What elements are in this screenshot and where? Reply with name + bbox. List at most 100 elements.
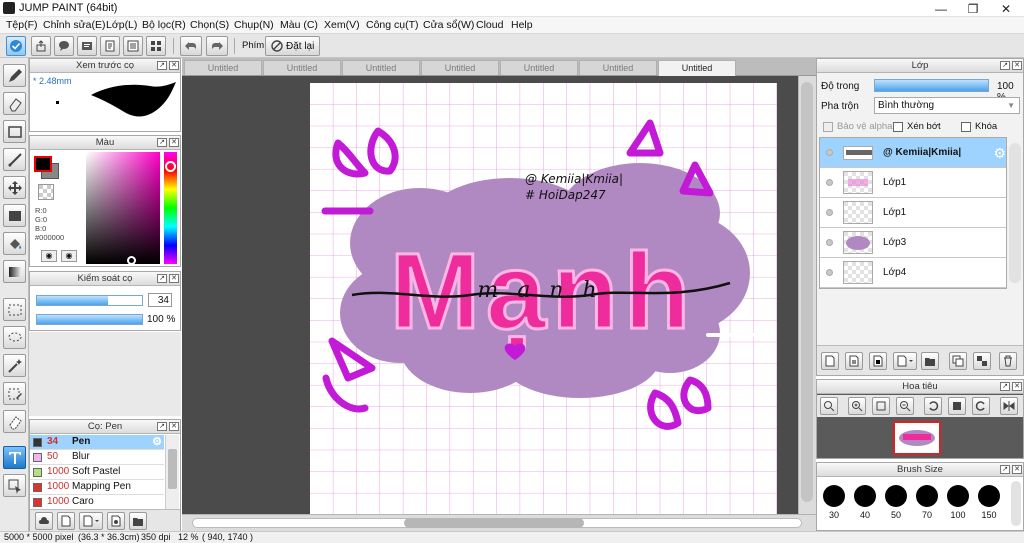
select-pen-tool-icon[interactable] [3,382,26,405]
menu-filter[interactable]: Bộ lọc(R) [142,19,186,31]
rotate-right-icon[interactable] [972,397,990,415]
visibility-icon[interactable] [826,179,833,186]
visibility-icon[interactable] [826,149,833,156]
new-1bit-layer-icon[interactable] [869,352,887,370]
menu-layer[interactable]: Lớp(L) [106,19,137,31]
brush-size-input[interactable]: 34 [148,293,172,307]
layer-row[interactable]: Lớp3 [820,228,1006,258]
panel-float-icon[interactable]: ↗ [157,274,167,283]
fill-rect-tool-icon[interactable] [3,204,26,227]
brush-list-item[interactable]: 34 Pen ⚙ [30,435,164,450]
move-tool-icon[interactable] [3,176,26,199]
operation-tool-icon[interactable] [3,474,26,497]
menu-capture[interactable]: Chụp(N) [234,19,274,31]
eraser-tool-icon[interactable] [3,92,26,115]
brush-cloud-icon[interactable] [35,512,53,530]
menu-file[interactable]: Tệp(F) [6,19,38,31]
restore-icon[interactable]: ❐ [957,0,989,17]
bucket-tool-icon[interactable] [3,232,26,255]
new-layer-icon[interactable] [821,352,839,370]
select-rect-tool-icon[interactable] [3,298,26,321]
comment-icon[interactable] [54,36,74,56]
brush-settings-icon[interactable] [107,512,125,530]
lasso-tool-icon[interactable] [3,326,26,349]
tab-untitled[interactable]: Untitled [263,60,341,75]
brush-size-slider[interactable] [36,295,143,306]
close-icon[interactable]: ✕ [990,0,1022,17]
panel-float-icon[interactable]: ↗ [157,61,167,70]
brush-list-item[interactable]: 1000 Caro [30,495,164,509]
panel-close-icon[interactable]: ✕ [1012,61,1022,70]
panel-float-icon[interactable]: ↗ [1000,382,1010,391]
document-icon[interactable] [100,36,120,56]
layer-row[interactable]: Lớp1 [820,168,1006,198]
panel-close-icon[interactable]: ✕ [169,138,179,147]
new-brush-icon[interactable] [57,512,75,530]
panel-close-icon[interactable]: ✕ [169,422,179,431]
brush-list-item[interactable]: 1000 Soft Pastel [30,465,164,480]
tab-untitled-active[interactable]: Untitled [658,60,736,76]
rectangle-tool-icon[interactable] [3,120,26,143]
line-tool-icon[interactable] [3,148,26,171]
canvas-area[interactable]: Mạnh m a n h @ Kemiia|Kmiia| # HoiDap247 [182,76,798,515]
magic-wand-tool-icon[interactable] [3,354,26,377]
gear-icon[interactable]: ⚙ [993,145,1006,162]
rotate-left-icon[interactable] [924,397,942,415]
layer-row[interactable]: Lớp4 [820,258,1006,288]
saturation-value-picker[interactable] [86,152,160,264]
select-eraser-tool-icon[interactable] [3,410,26,433]
redo-icon[interactable] [206,36,228,56]
flip-icon[interactable] [1000,397,1018,415]
zoom-icon[interactable] [820,397,838,415]
check-icon[interactable] [6,36,26,56]
tab-untitled[interactable]: Untitled [342,60,420,75]
undo-icon[interactable] [180,36,202,56]
brush-size-preset[interactable]: 70 [914,485,940,520]
menu-help[interactable]: Help [511,19,533,31]
new-8bit-layer-icon[interactable] [845,352,863,370]
layer-row[interactable]: @ Kemiia|Kmiia| ⚙ [820,138,1006,168]
panel-close-icon[interactable]: ✕ [1012,382,1022,391]
zoom-in-icon[interactable] [848,397,866,415]
layer-list-scrollbar[interactable] [1009,143,1021,283]
navigator-preview[interactable] [893,421,941,455]
layer-add-menu-icon[interactable] [893,352,917,370]
horizontal-scroll-thumb[interactable] [404,518,584,528]
visibility-icon[interactable] [826,269,833,276]
menu-edit[interactable]: Chỉnh sửa(E) [43,19,105,31]
pen-tool-icon[interactable] [3,64,26,87]
menu-cloud[interactable]: Cloud [476,19,503,31]
list-icon[interactable] [123,36,143,56]
gear-icon[interactable]: ⚙ [152,435,162,449]
brush-size-preset[interactable]: 150 [976,485,1002,520]
menu-window[interactable]: Cửa sổ(W) [423,19,474,31]
brush-size-scrollbar[interactable] [1011,481,1021,526]
brush-folder-icon[interactable] [129,512,147,530]
tab-untitled[interactable]: Untitled [184,60,262,75]
canvas-horizontal-scrollbar[interactable] [182,514,816,531]
brush-list-item[interactable]: 50 Blur [30,450,164,465]
grid-icon[interactable] [146,36,166,56]
brush-opacity-slider[interactable] [36,314,143,325]
tab-untitled[interactable]: Untitled [421,60,499,75]
text-tool-icon[interactable] [3,446,26,469]
brush-list-scrollbar[interactable] [165,435,179,509]
trash-icon[interactable] [999,352,1017,370]
share-icon[interactable] [31,36,51,56]
merge-layer-icon[interactable] [973,352,991,370]
panel-close-icon[interactable]: ✕ [169,61,179,70]
reset-button[interactable]: Đặt lại [265,36,321,56]
panel-float-icon[interactable]: ↗ [1000,61,1010,70]
lock-checkbox[interactable]: Khóa [961,121,997,132]
tab-untitled[interactable]: Untitled [500,60,578,75]
tab-untitled[interactable]: Untitled [579,60,657,75]
color-set-icon[interactable]: ◉ [61,250,77,262]
message-icon[interactable] [77,36,97,56]
gradient-tool-icon[interactable] [3,260,26,283]
minimize-icon[interactable]: — [925,0,957,17]
vertical-scroll-thumb[interactable] [801,82,813,502]
panel-close-icon[interactable]: ✕ [1012,465,1022,474]
reset-view-icon[interactable] [948,397,966,415]
clipping-checkbox[interactable]: Xén bớt [893,121,941,132]
main-color-swatch[interactable] [34,156,52,172]
